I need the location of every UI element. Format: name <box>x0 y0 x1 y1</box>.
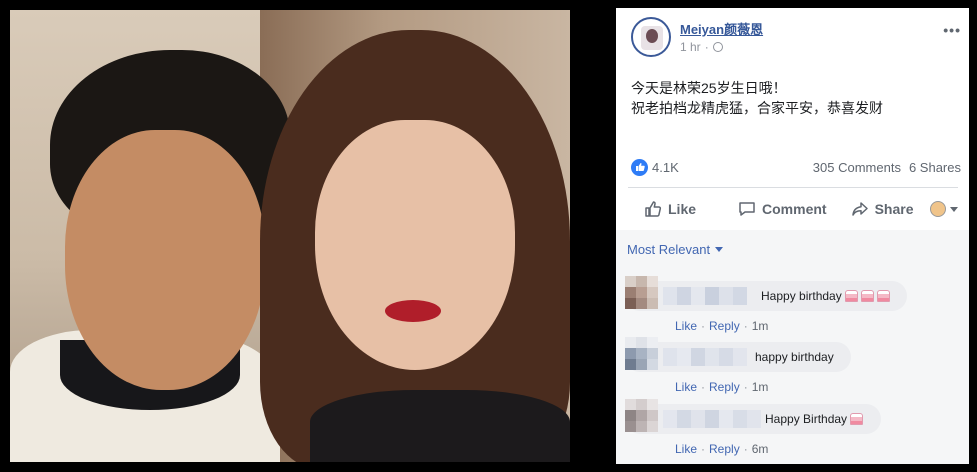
comment-time[interactable]: 1m <box>752 319 769 333</box>
post-meta: 1 hr · <box>680 40 723 54</box>
viewer-avatar-icon <box>930 201 946 217</box>
comment-time[interactable]: 1m <box>752 380 769 394</box>
post-side-panel: Meiyan颜薇恩 1 hr · ••• 今天是林荣25岁生日哦！ 祝老拍档龙精… <box>616 8 969 464</box>
comment-item: Happy birthday Like · Reply · 1m <box>625 276 965 336</box>
thumbs-up-icon <box>645 201 662 217</box>
speech-bubble-icon <box>739 202 755 216</box>
globe-icon[interactable] <box>712 42 723 52</box>
comment-text: Happy birthday <box>761 289 842 303</box>
separator: · <box>743 319 748 333</box>
photo-man-face <box>65 130 265 390</box>
photo-woman-face <box>315 120 515 370</box>
like-reaction-icon[interactable] <box>631 158 648 176</box>
reactions-bar: 4.1K 305 Comments 6 Shares <box>631 156 961 178</box>
separator: · <box>701 319 706 333</box>
photo-woman-top <box>310 390 570 462</box>
share-button[interactable]: Share <box>851 200 914 218</box>
comments-count[interactable]: 305 Comments <box>813 160 901 175</box>
meta-separator: · <box>704 40 709 54</box>
shares-count[interactable]: 6 Shares <box>909 160 961 175</box>
share-arrow-icon <box>851 202 868 216</box>
commenter-avatar[interactable] <box>625 337 659 371</box>
comment-label: Comment <box>762 201 827 217</box>
ellipsis-icon[interactable]: ••• <box>943 22 961 38</box>
comment-time[interactable]: 6m <box>752 442 769 456</box>
sort-dropdown[interactable]: Most Relevant <box>627 242 724 257</box>
reaction-count[interactable]: 4.1K <box>652 160 679 175</box>
chevron-down-icon <box>715 247 724 252</box>
birthday-cake-icon <box>860 290 874 302</box>
birthday-cake-icon <box>844 290 858 302</box>
comment-reply-link[interactable]: Reply <box>709 442 740 456</box>
post-as-selector[interactable] <box>930 201 958 217</box>
share-label: Share <box>874 201 914 217</box>
comment-button[interactable]: Comment <box>738 200 827 218</box>
separator: · <box>701 380 706 394</box>
comment-actions: Like · Reply · 1m <box>675 319 768 333</box>
post-text-line-2: 祝老拍档龙精虎猛，合家平安，恭喜发财 <box>631 100 883 116</box>
comment-text: Happy Birthday <box>765 412 848 426</box>
divider-top <box>628 187 958 188</box>
author-avatar[interactable] <box>631 17 671 57</box>
commenter-name-blurred <box>663 348 747 366</box>
comment-item: happy birthday Like · Reply · 1m <box>625 337 965 397</box>
photo-woman-lips <box>385 300 441 322</box>
comment-actions: Like · Reply · 1m <box>675 380 768 394</box>
separator: · <box>743 380 748 394</box>
comment-like-link[interactable]: Like <box>675 319 697 333</box>
comments-section: Most Relevant Happy birthday Like · Repl… <box>616 230 969 464</box>
like-button[interactable]: Like <box>644 200 696 218</box>
comment-reply-link[interactable]: Reply <box>709 380 740 394</box>
commenter-name-blurred <box>663 410 761 428</box>
commenter-name-blurred <box>663 287 747 305</box>
birthday-cake-icon <box>850 413 864 425</box>
screenshot-root: Meiyan颜薇恩 1 hr · ••• 今天是林荣25岁生日哦！ 祝老拍档龙精… <box>0 0 977 472</box>
author-name-link[interactable]: Meiyan颜薇恩 <box>680 19 763 38</box>
separator: · <box>701 442 706 456</box>
comment-text: happy birthday <box>755 350 834 364</box>
comment-reply-link[interactable]: Reply <box>709 319 740 333</box>
post-photo[interactable] <box>10 10 570 462</box>
sort-label: Most Relevant <box>627 242 711 257</box>
avatar-figure <box>646 29 658 43</box>
separator: · <box>743 442 748 456</box>
chevron-down-icon <box>950 206 958 212</box>
post-header: Meiyan颜薇恩 1 hr · ••• <box>616 8 969 68</box>
commenter-avatar[interactable] <box>625 276 659 310</box>
commenter-avatar[interactable] <box>625 399 659 433</box>
birthday-cake-icon <box>876 290 890 302</box>
post-time[interactable]: 1 hr <box>680 40 701 54</box>
post-text-line-1: 今天是林荣25岁生日哦！ <box>631 80 787 96</box>
comment-like-link[interactable]: Like <box>675 380 697 394</box>
comment-item: Happy Birthday Like · Reply · 6m <box>625 399 965 459</box>
like-label: Like <box>668 201 697 217</box>
post-text: 今天是林荣25岁生日哦！ 祝老拍档龙精虎猛，合家平安，恭喜发财 <box>631 78 883 118</box>
post-actions: Like Comment Share <box>628 194 958 224</box>
comment-like-link[interactable]: Like <box>675 442 697 456</box>
comment-actions: Like · Reply · 6m <box>675 442 768 456</box>
